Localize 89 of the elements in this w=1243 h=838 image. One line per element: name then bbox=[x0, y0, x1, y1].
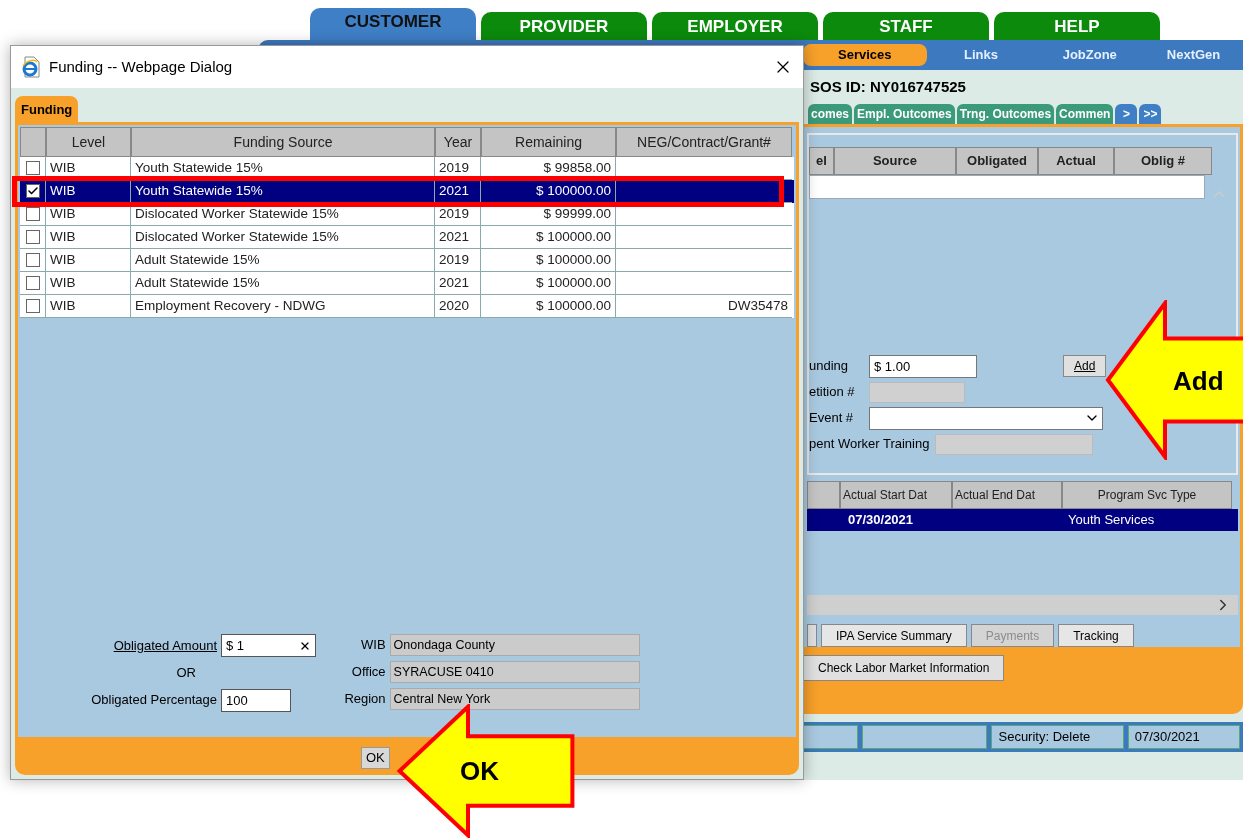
event-select[interactable] bbox=[869, 406, 1103, 430]
sos-id: SOS ID: NY016747525 bbox=[810, 76, 966, 97]
column-header: Program Svc Type bbox=[1062, 481, 1232, 510]
petition-field[interactable] bbox=[869, 381, 965, 403]
field-label: Obligated Percentage bbox=[91, 691, 217, 710]
nav-link[interactable]: NextGen bbox=[1144, 45, 1243, 65]
amount-field[interactable]: $ 1 bbox=[221, 634, 316, 657]
status-cell: Security: Delete bbox=[991, 725, 1124, 749]
column-header: Actual End Dat bbox=[952, 481, 1062, 510]
nav-link[interactable]: Services bbox=[803, 44, 927, 66]
table-row[interactable]: WIB Adult Statewide 15% 2019 $ 100000.00 bbox=[20, 249, 794, 272]
callout-label: OK bbox=[460, 755, 499, 788]
column-header: Year bbox=[435, 127, 481, 157]
table-cell: Youth Statewide 15% bbox=[131, 157, 435, 180]
nav-link[interactable]: JobZone bbox=[1035, 45, 1145, 65]
table-cell-text: Youth Services bbox=[1067, 511, 1156, 530]
row-checkbox[interactable] bbox=[25, 276, 40, 290]
sub-tab[interactable]: > bbox=[1115, 104, 1138, 124]
top-tab[interactable]: STAFF bbox=[823, 12, 989, 40]
check-icon bbox=[26, 185, 39, 197]
column-header: Source bbox=[834, 147, 956, 175]
readonly-field: Central New York bbox=[389, 688, 640, 710]
button[interactable] bbox=[807, 624, 817, 647]
row-checkbox[interactable] bbox=[25, 299, 40, 313]
add-button[interactable]: Add bbox=[1063, 355, 1107, 377]
field-label: Event # bbox=[809, 409, 855, 428]
field-label: etition # bbox=[809, 383, 856, 402]
top-tab[interactable]: PROVIDER bbox=[481, 12, 647, 40]
column-header: Actual bbox=[1038, 147, 1114, 175]
action-button[interactable]: Tracking bbox=[1058, 624, 1134, 647]
column-header bbox=[807, 481, 840, 510]
field-label: unding bbox=[809, 357, 850, 376]
table-row[interactable]: WIB Dislocated Worker Statewide 15% 2021 $ 100000.00 bbox=[20, 226, 794, 249]
field-label: Region bbox=[343, 690, 386, 709]
table-cell: 2020 bbox=[435, 295, 481, 318]
column-header: Obligated bbox=[956, 147, 1038, 175]
table-cell: Employment Recovery - NDWG bbox=[131, 295, 435, 318]
or-label: OR bbox=[176, 664, 196, 682]
row-checkbox[interactable] bbox=[25, 184, 40, 198]
table-cell: $ 100000.00 bbox=[481, 180, 616, 203]
column-header: Remaining bbox=[481, 127, 616, 157]
column-header bbox=[20, 127, 46, 157]
table-cell: $ 99858.00 bbox=[481, 157, 616, 180]
table-row[interactable]: WIB Adult Statewide 15% 2021 $ 100000.00 bbox=[20, 272, 794, 295]
field-label: Office bbox=[350, 663, 386, 682]
horizontal-scrollbar[interactable] bbox=[807, 595, 1238, 615]
row-checkbox[interactable] bbox=[25, 207, 40, 221]
labor-market-button[interactable]: Check Labor Market Information bbox=[803, 655, 1005, 681]
field-label: pent Worker Training bbox=[809, 435, 930, 454]
table-row[interactable]: WIB Employment Recovery - NDWG 2020 $ 100000.00 DW35478 bbox=[20, 295, 794, 318]
funding-field[interactable]: $ 1.00 bbox=[869, 354, 977, 378]
column-header: Funding Source bbox=[131, 127, 435, 157]
column-header: Oblig # bbox=[1114, 147, 1212, 175]
table-cell: WIB bbox=[46, 295, 131, 318]
readonly-field: Onondaga County bbox=[389, 634, 640, 656]
percentage-field[interactable]: 100 bbox=[221, 688, 291, 712]
sub-tab[interactable]: >> bbox=[1139, 104, 1162, 124]
table-cell: 2019 bbox=[435, 157, 481, 180]
table-cell: Youth Statewide 15% bbox=[131, 180, 435, 203]
top-tab[interactable]: CUSTOMER bbox=[310, 8, 476, 40]
row-checkbox[interactable] bbox=[25, 230, 40, 244]
status-cell: 07/30/2021 bbox=[1127, 725, 1240, 749]
readonly-field: SYRACUSE 0410 bbox=[389, 661, 640, 683]
table-cell: DW35478 bbox=[616, 295, 792, 318]
top-tab[interactable]: EMPLOYER bbox=[652, 12, 818, 40]
row-checkbox[interactable] bbox=[25, 253, 40, 267]
browser-icon bbox=[21, 56, 41, 78]
table-cell: WIB bbox=[46, 157, 131, 180]
callout-label: Add bbox=[1173, 365, 1224, 398]
column-header: el bbox=[809, 147, 834, 175]
column-header: NEG/Contract/Grant# bbox=[616, 127, 792, 157]
worker-training-field[interactable] bbox=[935, 433, 1094, 455]
dialog-title: Funding -- Webpage Dialog bbox=[49, 56, 234, 77]
table-cell: $ 100000.00 bbox=[481, 295, 616, 318]
top-tab[interactable]: HELP bbox=[994, 12, 1160, 40]
status-cell bbox=[803, 725, 858, 749]
column-header: Actual Start Dat bbox=[840, 481, 952, 510]
table-cell-text: 07/30/2021 bbox=[847, 511, 915, 530]
ok-button[interactable]: OK bbox=[361, 747, 390, 769]
table-row[interactable]: 07/30/2021 Youth Services bbox=[807, 509, 1238, 532]
funding-tab[interactable]: Funding bbox=[15, 96, 79, 122]
table-cell: WIB bbox=[46, 180, 131, 203]
field-label: WIB bbox=[360, 636, 386, 655]
row-checkbox[interactable] bbox=[25, 161, 40, 175]
table-cell: 2021 bbox=[435, 180, 481, 203]
column-header: Level bbox=[46, 127, 131, 157]
field-label: Obligated Amount bbox=[113, 636, 217, 655]
action-button[interactable]: IPA Service Summary bbox=[821, 624, 967, 647]
nav-link[interactable]: Links bbox=[926, 45, 1036, 65]
